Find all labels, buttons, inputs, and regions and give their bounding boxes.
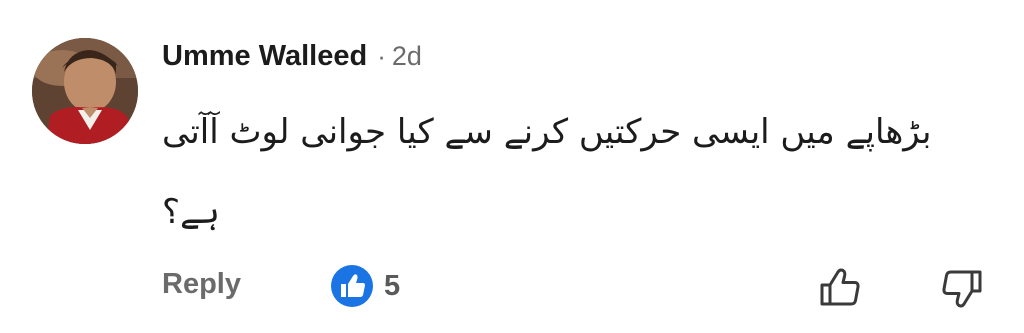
thumbs-up-icon[interactable]	[816, 264, 864, 312]
like-count: 5	[384, 269, 401, 302]
comment-text: بڑھاپے میں ایسی حرکتیں کرنے سے کیا جوانی…	[162, 112, 932, 232]
reply-button[interactable]: Reply	[162, 268, 241, 301]
meta-separator: ·	[377, 41, 386, 71]
author-name[interactable]: Umme Walleed	[162, 40, 367, 73]
like-summary[interactable]: 5	[330, 264, 400, 308]
avatar[interactable]	[32, 38, 138, 144]
like-badge-icon	[330, 264, 374, 308]
avatar-photo	[32, 38, 138, 144]
thumbs-down-icon[interactable]	[938, 264, 986, 312]
comment-timestamp[interactable]: 2d	[392, 41, 422, 72]
comment-header: Umme Walleed · 2d	[162, 40, 422, 80]
comment-actions: Reply 5	[0, 258, 1024, 318]
